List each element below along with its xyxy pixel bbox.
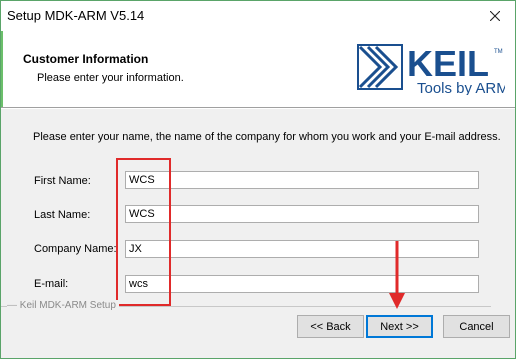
back-button[interactable]: << Back bbox=[297, 315, 364, 338]
group-label-text: Keil MDK-ARM Setup bbox=[19, 300, 116, 311]
email-field[interactable] bbox=[125, 275, 479, 293]
header-divider-highlight bbox=[1, 108, 515, 109]
close-button[interactable] bbox=[475, 1, 515, 31]
page-title: Customer Information bbox=[23, 52, 149, 66]
company-name-label: Company Name: bbox=[34, 243, 117, 255]
first-name-field[interactable] bbox=[125, 171, 479, 189]
next-button[interactable]: Next >> bbox=[366, 315, 433, 338]
company-name-field[interactable] bbox=[125, 240, 479, 258]
logo-wordmark: KEIL bbox=[407, 43, 489, 84]
header-accent bbox=[1, 31, 3, 107]
last-name-label: Last Name: bbox=[34, 209, 91, 221]
intro-text: Please enter your name, the name of the … bbox=[33, 131, 501, 143]
title-bar: Setup MDK-ARM V5.14 bbox=[1, 1, 515, 31]
close-icon bbox=[490, 11, 500, 21]
group-label-dash: — bbox=[7, 300, 20, 311]
last-name-field[interactable] bbox=[125, 205, 479, 223]
group-label: — Keil MDK-ARM Setup bbox=[7, 300, 119, 311]
logo-tagline: Tools by ARM bbox=[417, 80, 505, 95]
email-label: E-mail: bbox=[34, 278, 69, 290]
setup-window: Setup MDK-ARM V5.14 Customer Information… bbox=[0, 0, 516, 359]
first-name-label: First Name: bbox=[34, 175, 91, 187]
keil-logo: KEIL TM Tools by ARM bbox=[357, 43, 505, 95]
window-title: Setup MDK-ARM V5.14 bbox=[7, 8, 145, 23]
logo-trademark: TM bbox=[494, 49, 503, 55]
cancel-button[interactable]: Cancel bbox=[443, 315, 510, 338]
page-subtitle: Please enter your information. bbox=[37, 72, 184, 84]
header-panel: Customer Information Please enter your i… bbox=[1, 31, 515, 107]
